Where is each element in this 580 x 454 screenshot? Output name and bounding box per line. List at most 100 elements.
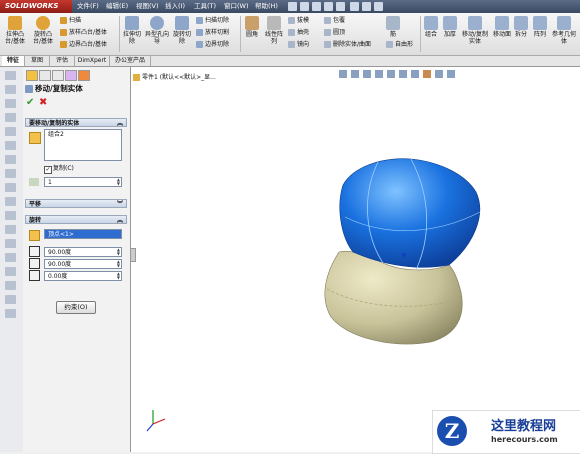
revolve-cut-button[interactable]: 旋转切除: [171, 16, 193, 45]
tool-icon[interactable]: [5, 183, 16, 192]
tool-icon[interactable]: [5, 225, 16, 234]
panel-splitter-handle[interactable]: [130, 248, 136, 262]
menu-file[interactable]: 文件(F): [77, 0, 99, 13]
chevron-up-icon: ︽: [116, 120, 123, 127]
print-icon[interactable]: [324, 2, 333, 11]
shell-button[interactable]: 抽壳: [288, 29, 309, 37]
tool-icon[interactable]: [5, 211, 16, 220]
ok-icon[interactable]: ✔: [26, 98, 34, 108]
tool-icon[interactable]: [5, 239, 16, 248]
wrap-button[interactable]: 包覆: [324, 17, 345, 25]
rotate-z-field[interactable]: 0.00度 ▲ ▼: [44, 271, 122, 281]
tool-icon[interactable]: [5, 85, 16, 94]
cancel-icon[interactable]: ✖: [39, 98, 47, 108]
combine-button[interactable]: 组合: [422, 16, 440, 38]
menu-view[interactable]: 视图(V): [136, 0, 159, 13]
property-manager-icon[interactable]: [39, 70, 51, 81]
rotate-x-field[interactable]: 90.00度 ▲ ▼: [44, 247, 122, 257]
hole-wizard-button[interactable]: 异型孔向导: [145, 16, 169, 45]
linear-pattern-button[interactable]: 线性阵列: [263, 16, 285, 45]
rotate-y-field[interactable]: 90.00度 ▲ ▼: [44, 259, 122, 269]
spin-arrows-icon[interactable]: ▲ ▼: [117, 272, 120, 280]
menu-help[interactable]: 帮助(H): [255, 0, 278, 13]
thicken-button[interactable]: 加厚: [441, 16, 459, 38]
tool-icon[interactable]: [5, 155, 16, 164]
solidworks-logo[interactable]: SOLIDWORKS: [0, 0, 72, 13]
extrude-boss-button[interactable]: 拉伸凸台/基体: [2, 16, 28, 45]
split-button[interactable]: 拆分: [513, 16, 529, 38]
new-icon[interactable]: [288, 2, 297, 11]
menu-edit[interactable]: 编辑(E): [106, 0, 128, 13]
spin-arrows-icon[interactable]: ▲ ▼: [117, 260, 120, 268]
config-manager-icon[interactable]: [52, 70, 64, 81]
section-rotate-header[interactable]: 旋转 ︽: [25, 215, 127, 224]
menu-tools[interactable]: 工具(T): [194, 0, 216, 13]
lofted-cut-button[interactable]: 放样切割: [196, 29, 229, 37]
rebuild-icon[interactable]: [362, 2, 371, 11]
options-icon[interactable]: [374, 2, 383, 11]
tool-icon[interactable]: [5, 267, 16, 276]
tool-icon[interactable]: [5, 127, 16, 136]
undo-icon[interactable]: [336, 2, 345, 11]
tool-icon[interactable]: [5, 295, 16, 304]
menu-window[interactable]: 窗口(W): [224, 0, 249, 13]
selected-vertex[interactable]: [402, 253, 406, 257]
save-icon[interactable]: [312, 2, 321, 11]
dome-button[interactable]: 圆顶: [324, 29, 345, 37]
section-translate-header[interactable]: 平移 ︾: [25, 199, 127, 208]
tool-icon[interactable]: [5, 253, 16, 262]
wrap-icon: [324, 17, 331, 24]
loft-button[interactable]: 放样凸台/基体: [60, 29, 107, 37]
tool-icon[interactable]: [5, 71, 16, 80]
blue-body[interactable]: [339, 158, 481, 271]
draft-icon: [288, 17, 295, 24]
boundary-cut-button[interactable]: 边界切除: [196, 41, 229, 49]
fillet-button[interactable]: 圆角: [242, 16, 262, 38]
freeform-button[interactable]: 自由形: [386, 41, 413, 49]
extrude-cut-button[interactable]: 拉伸切除: [121, 16, 143, 45]
copy-checkbox[interactable]: ✓: [44, 166, 52, 174]
tab-evaluate[interactable]: 评估: [50, 56, 75, 66]
select-icon[interactable]: [350, 2, 359, 11]
menu-insert[interactable]: 插入(I): [165, 0, 185, 13]
separator: [119, 16, 120, 52]
section-bodies-header[interactable]: 要移动/复制的实体 ︽: [25, 118, 127, 127]
draft-button[interactable]: 拔模: [288, 17, 309, 25]
copy-count-field[interactable]: 1 ▲ ▼: [44, 177, 122, 187]
dimxpert-icon[interactable]: [65, 70, 77, 81]
tool-icon[interactable]: [5, 141, 16, 150]
rib-button[interactable]: 筋: [386, 16, 400, 38]
tool-icon[interactable]: [5, 113, 16, 122]
tool-icon[interactable]: [5, 281, 16, 290]
split-icon: [514, 16, 528, 30]
tool-icon[interactable]: [5, 99, 16, 108]
delete-body-button[interactable]: 删除实体/曲面: [324, 41, 371, 49]
display-manager-icon[interactable]: [78, 70, 90, 81]
constraints-button[interactable]: 约束(O): [56, 301, 96, 314]
tab-office-products[interactable]: 办公室产品: [110, 56, 151, 66]
bodies-selection-box[interactable]: 组合2: [44, 129, 122, 161]
tab-sketch[interactable]: 草图: [25, 56, 50, 66]
move-face-button[interactable]: 移动面: [492, 16, 512, 38]
sweep-button[interactable]: 扫描: [60, 17, 81, 25]
spin-arrows-icon[interactable]: ▲ ▼: [117, 178, 120, 186]
move-copy-body-button[interactable]: 移动/复制实体: [460, 16, 490, 45]
swept-cut-button[interactable]: 扫描切除: [196, 17, 229, 25]
rotate-reference-field[interactable]: 顶点<1>: [44, 229, 122, 239]
dividing-button[interactable]: 阵列: [530, 16, 550, 38]
open-icon[interactable]: [300, 2, 309, 11]
spin-arrows-icon[interactable]: ▲ ▼: [117, 248, 120, 256]
reference-geometry-button[interactable]: 参考几何体: [551, 16, 577, 45]
panel-title: 移动/复制实体: [35, 84, 83, 93]
body-item[interactable]: 组合2: [48, 131, 64, 138]
tab-features[interactable]: 特征: [2, 56, 25, 66]
tool-icon[interactable]: [5, 169, 16, 178]
revolve-boss-button[interactable]: 旋转凸台/基体: [30, 16, 56, 45]
tool-icon[interactable]: [5, 197, 16, 206]
tool-icon[interactable]: [5, 309, 16, 318]
graphics-viewport[interactable]: 零件1 (默认<<默认>_显...: [131, 67, 580, 452]
feature-tree-icon[interactable]: [26, 70, 38, 81]
tab-dimxpert[interactable]: DimXpert: [75, 56, 110, 66]
mirror-button[interactable]: 镜向: [288, 41, 309, 49]
boundary-boss-button[interactable]: 边界凸台/基体: [60, 41, 107, 49]
